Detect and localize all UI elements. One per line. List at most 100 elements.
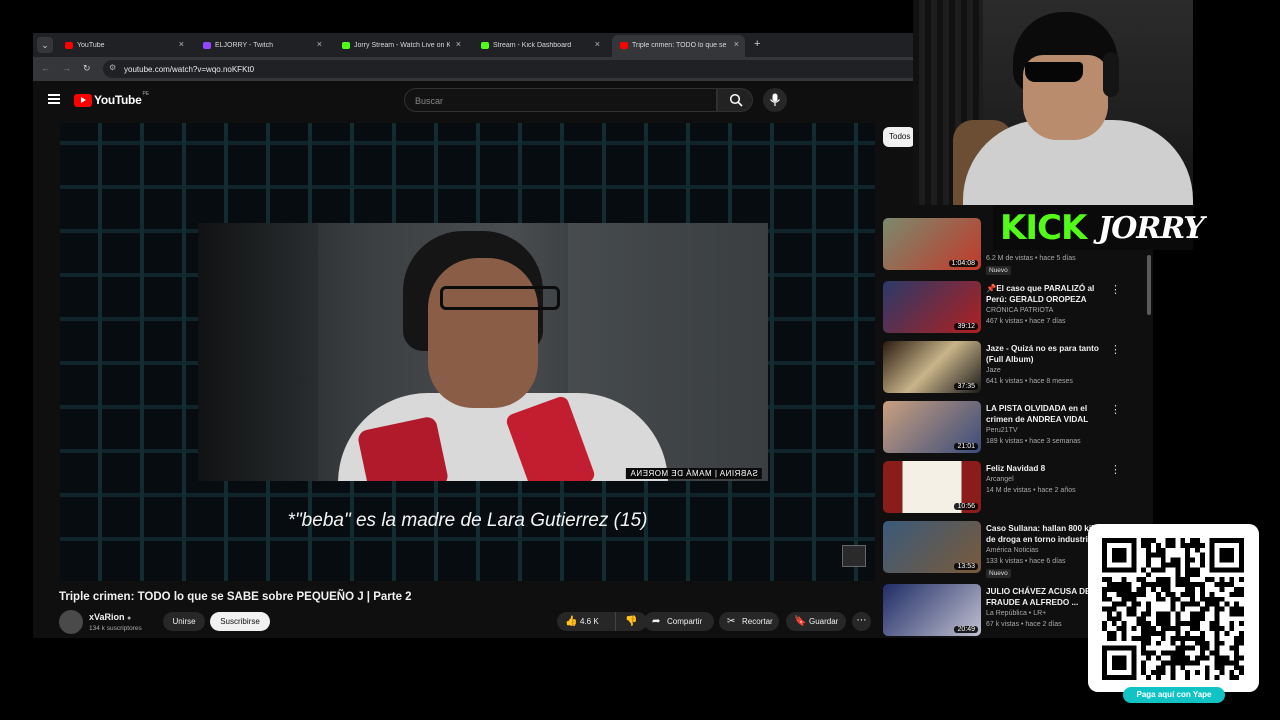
twitch-favicon-icon bbox=[203, 42, 211, 49]
video-duration: 21:01 bbox=[954, 443, 978, 450]
video-duration: 1:04:08 bbox=[948, 260, 978, 267]
video-channel[interactable]: Arcangel bbox=[986, 476, 1014, 483]
scissors-icon: ✂ bbox=[727, 616, 736, 627]
video-meta: 189 k vistas • hace 3 semanas bbox=[986, 438, 1081, 445]
recommended-video[interactable]: 37:35 Jaze - Quizá no es para tanto (Ful… bbox=[883, 341, 1143, 399]
menu-icon[interactable] bbox=[48, 94, 60, 104]
subscribe-button[interactable]: Suscribirse bbox=[210, 612, 270, 631]
channel-name[interactable]: xVaRion bbox=[89, 612, 125, 622]
video-channel[interactable]: CRÓNICA PATRIOTA bbox=[986, 307, 1053, 314]
kebab-menu-icon[interactable]: ⋮ bbox=[1110, 343, 1121, 356]
like-dislike-group: 👍 4.6 K 👎 bbox=[557, 612, 647, 631]
yape-qr-card bbox=[1088, 524, 1259, 692]
youtube-wordmark: YouTube bbox=[94, 93, 142, 107]
sidebar-scrollbar[interactable] bbox=[1147, 255, 1151, 315]
microphone-icon bbox=[770, 93, 780, 106]
search-placeholder: Buscar bbox=[415, 96, 444, 106]
country-code: PE bbox=[142, 91, 150, 97]
channel-watermark[interactable] bbox=[842, 545, 866, 567]
qr-code-icon bbox=[1102, 538, 1244, 680]
search-button[interactable] bbox=[717, 88, 753, 112]
video-duration: 39:12 bbox=[954, 323, 978, 330]
channel-name-row[interactable]: xVaRion ● bbox=[89, 612, 131, 622]
video-thumbnail[interactable]: 21:01 bbox=[883, 401, 981, 453]
video-meta: 14 M de vistas • hace 2 años bbox=[986, 487, 1076, 494]
video-thumbnail[interactable]: 10:56 bbox=[883, 461, 981, 513]
back-arrow-icon[interactable]: ← bbox=[41, 63, 50, 73]
recommended-video[interactable]: 39:12 📌El caso que PARALIZÓ al Perú: GER… bbox=[883, 281, 1143, 339]
lower-third-caption: SABRINA | MAMÁ DE MORENA bbox=[626, 468, 762, 479]
search-icon bbox=[729, 93, 743, 107]
video-title: Triple crimen: TODO lo que se SABE sobre… bbox=[59, 591, 412, 603]
kick-favicon-icon bbox=[481, 42, 489, 49]
tab-title: ELJORRY - Twitch bbox=[215, 42, 273, 49]
close-icon[interactable]: × bbox=[595, 39, 600, 49]
streamer-name: JORRY bbox=[1098, 211, 1205, 246]
headphones-icon bbox=[1103, 52, 1119, 97]
webcam-overlay bbox=[913, 0, 1193, 205]
kebab-menu-icon[interactable]: ⋮ bbox=[1110, 463, 1121, 476]
video-title[interactable]: Jaze - Quizá no es para tanto (Full Albu… bbox=[986, 343, 1111, 365]
close-icon[interactable]: × bbox=[456, 39, 461, 49]
video-thumbnail[interactable]: 1:04:08 bbox=[883, 218, 981, 270]
thumbs-down-icon: 👎 bbox=[625, 616, 638, 627]
kick-favicon-icon bbox=[342, 42, 350, 49]
tab-kick-stream[interactable]: Jorry Stream - Watch Live on Ki × bbox=[334, 35, 467, 57]
search-input[interactable]: Buscar bbox=[404, 88, 717, 112]
close-icon[interactable]: × bbox=[317, 39, 322, 49]
kebab-menu-icon[interactable]: ⋮ bbox=[1110, 283, 1121, 296]
video-thumbnail[interactable]: 37:35 bbox=[883, 341, 981, 393]
video-channel[interactable]: América Noticias bbox=[986, 547, 1039, 554]
save-button[interactable]: 🔖 Guardar bbox=[786, 612, 846, 631]
video-player[interactable]: SABRINA | MAMÁ DE MORENA *"beba" es la m… bbox=[60, 123, 875, 581]
video-meta: 6.2 M de vistas • hace 5 días bbox=[986, 255, 1076, 262]
tab-kick-dashboard[interactable]: Stream - Kick Dashboard × bbox=[473, 35, 606, 57]
url-text: youtube.com/watch?v=wqo.noKFKt0 bbox=[124, 65, 255, 74]
tab-search-button[interactable]: ⌄ bbox=[37, 37, 53, 53]
video-channel[interactable]: Peru21TV bbox=[986, 427, 1018, 434]
new-tab-button[interactable]: + bbox=[754, 38, 760, 50]
reload-icon[interactable]: ↻ bbox=[83, 63, 91, 74]
youtube-logo[interactable]: YouTube PE bbox=[74, 91, 150, 107]
filter-chip-all[interactable]: Todos bbox=[883, 127, 915, 147]
site-info-icon[interactable]: ⚙ bbox=[109, 63, 116, 72]
tab-video-active[interactable]: Triple crimen: TODO lo que se S × bbox=[612, 35, 745, 57]
person-glasses bbox=[440, 286, 560, 310]
video-channel[interactable]: Jaze bbox=[986, 367, 1001, 374]
video-thumbnail[interactable]: 13:53 bbox=[883, 521, 981, 573]
video-thumbnail[interactable]: 39:12 bbox=[883, 281, 981, 333]
video-channel[interactable]: La República • LR+ bbox=[986, 610, 1046, 617]
video-subtitle: *"beba" es la madre de Lara Gutierrez (1… bbox=[287, 510, 648, 531]
person-face bbox=[428, 258, 538, 408]
kebab-menu-icon[interactable]: ⋮ bbox=[1110, 403, 1121, 416]
close-icon[interactable]: × bbox=[734, 39, 739, 49]
recommended-video[interactable]: 21:01 LA PISTA OLVIDADA en el crimen de … bbox=[883, 401, 1143, 459]
subscriber-count: 134 k suscriptores bbox=[89, 625, 142, 632]
tab-title: Triple crimen: TODO lo que se S bbox=[632, 42, 728, 49]
channel-avatar[interactable] bbox=[59, 610, 83, 634]
video-frame: SABRINA | MAMÁ DE MORENA bbox=[198, 223, 768, 481]
bookmark-icon: 🔖 bbox=[794, 616, 807, 627]
video-title[interactable]: LA PISTA OLVIDADA en el crimen de ANDREA… bbox=[986, 403, 1111, 425]
voice-search-button[interactable] bbox=[763, 88, 787, 112]
youtube-favicon-icon bbox=[620, 42, 628, 49]
video-title[interactable]: Feliz Navidad 8 bbox=[986, 463, 1111, 474]
video-title[interactable]: 📌El caso que PARALIZÓ al Perú: GERALD OR… bbox=[986, 283, 1111, 305]
like-count: 4.6 K bbox=[580, 617, 599, 626]
video-thumbnail[interactable]: 20:49 bbox=[883, 584, 981, 636]
dislike-button[interactable]: 👎 bbox=[615, 612, 647, 631]
share-button[interactable]: ➦ Compartir bbox=[644, 612, 714, 631]
streamer-sunglasses bbox=[1025, 62, 1083, 82]
tab-youtube[interactable]: YouTube × bbox=[57, 35, 190, 57]
yape-payment-label: Paga aquí con Yape bbox=[1123, 687, 1225, 703]
like-button[interactable]: 👍 4.6 K bbox=[557, 612, 612, 631]
recommended-video[interactable]: 10:56 Feliz Navidad 8 Arcangel 14 M de v… bbox=[883, 461, 1143, 519]
join-button[interactable]: Unirse bbox=[163, 612, 205, 631]
video-duration: 10:56 bbox=[954, 503, 978, 510]
more-actions-button[interactable]: ⋯ bbox=[852, 612, 871, 631]
tab-title: Stream - Kick Dashboard bbox=[493, 42, 572, 49]
forward-arrow-icon[interactable]: → bbox=[62, 63, 71, 73]
clip-button[interactable]: ✂ Recortar bbox=[719, 612, 779, 631]
close-icon[interactable]: × bbox=[179, 39, 184, 49]
tab-twitch[interactable]: ELJORRY - Twitch × bbox=[195, 35, 328, 57]
